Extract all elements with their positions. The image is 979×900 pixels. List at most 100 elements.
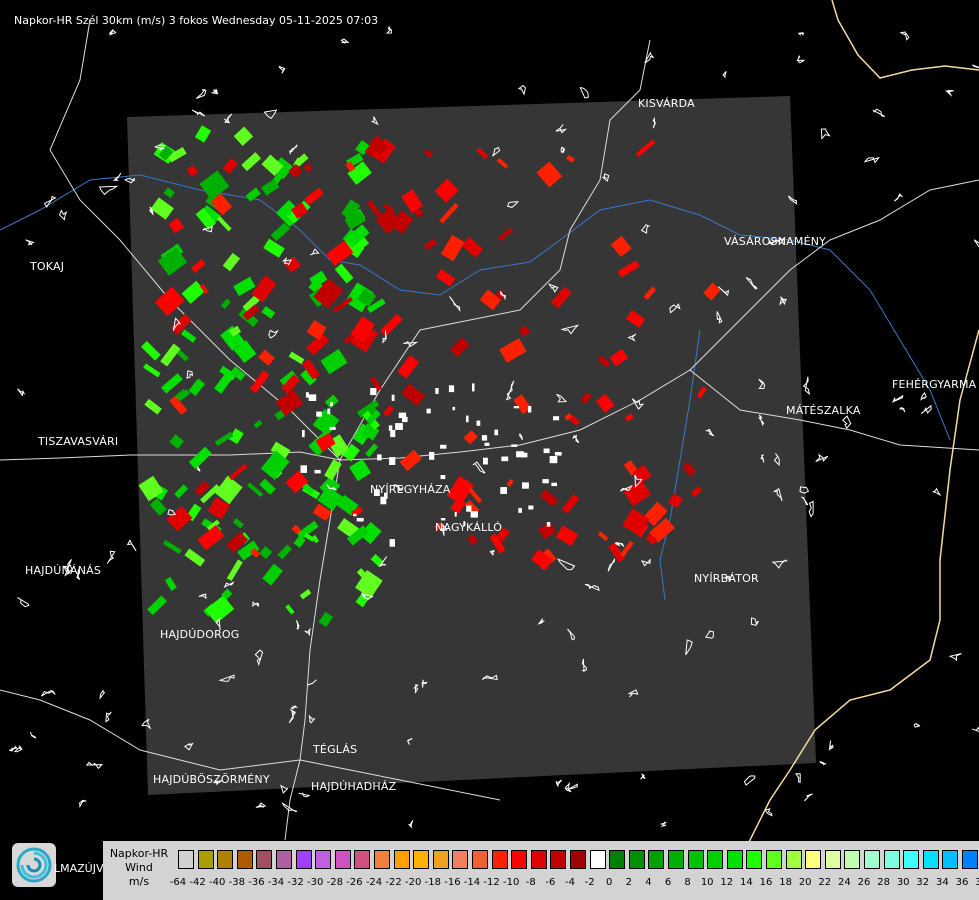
legend-tick-label: -18	[424, 877, 441, 888]
legend-tick-label: -36	[248, 877, 265, 888]
town-label-nyirbator: NYÍRBÁTOR	[694, 572, 759, 585]
legend-tick-label: -20	[405, 877, 422, 888]
radar-echo	[470, 511, 478, 518]
legend-tick-label: -14	[463, 877, 481, 888]
legend-caption-line: Napkor-HR	[109, 847, 169, 860]
legend-swatch	[197, 850, 214, 869]
radar-echo	[391, 394, 395, 401]
legend-swatch	[687, 850, 704, 869]
radar-echo	[353, 513, 357, 517]
radar-echo	[500, 487, 507, 494]
legend-swatch	[374, 850, 390, 869]
legend-tick-label: -38	[228, 877, 245, 888]
legend-tick-label: -42	[189, 877, 206, 888]
legend-swatch	[413, 850, 430, 869]
town-label-hajdudorog: HAJDÚDOROG	[160, 628, 240, 641]
legend-swatch	[570, 850, 586, 869]
legend-tick-label: -26	[346, 877, 363, 888]
legend-swatch	[530, 850, 547, 869]
radar-echo	[551, 482, 557, 487]
town-label-nagykallo: NAGYKÁLLÓ	[435, 521, 503, 534]
radar-echo	[466, 415, 469, 423]
legend-tick-label: 28	[877, 877, 890, 888]
legend-swatch	[178, 850, 194, 869]
legend-tick-label: -8	[525, 877, 536, 888]
radar-echo	[472, 383, 475, 392]
legend-swatch	[217, 850, 234, 869]
town-label-kisvarda: KISVÁRDA	[638, 97, 695, 110]
radar-echo	[549, 456, 558, 464]
legend-tick-label: 30	[896, 877, 910, 888]
radar-echo	[528, 405, 532, 413]
legend-swatch	[491, 850, 508, 869]
legend-tick-label: 24	[838, 877, 851, 888]
legend-swatch	[824, 850, 841, 869]
legend-caption: Napkor-HR Wind m/s	[105, 847, 173, 889]
legend-swatch	[609, 850, 626, 869]
radar-echo	[522, 482, 529, 489]
radar-echo	[377, 454, 382, 461]
town-label-mateszalka: MÁTÉSZALKA	[786, 404, 861, 417]
legend-tick-label: -22	[385, 877, 402, 888]
radar-echo	[543, 448, 550, 454]
radar-echo	[389, 457, 396, 465]
radar-echo	[466, 505, 472, 512]
radar-echo	[518, 507, 522, 513]
radar-echo	[305, 392, 309, 398]
legend-caption-line: Wind	[125, 861, 153, 874]
radar-echo	[426, 408, 431, 414]
map-title: Napkor-HR Szél 30km (m/s) 3 fokos Wednes…	[14, 14, 379, 27]
legend-tick-label: -4	[565, 877, 575, 888]
wind-legend: Napkor-HR Wind m/s -64 -42 -4 0 -38 -36 -34 -32…	[103, 841, 979, 900]
town-label-vasarosnameny: VÁSÁROSNAMÉNY	[724, 235, 827, 248]
legend-swatch	[746, 850, 763, 869]
radar-echo	[483, 457, 488, 465]
legend-tick-label: -2	[584, 877, 595, 888]
legend-tick-label: 2	[625, 877, 632, 888]
swirl-logo-icon	[12, 843, 56, 887]
legend-tick-label: -30	[307, 877, 324, 888]
radar-echo	[494, 429, 499, 436]
radar-coverage-area	[127, 96, 816, 795]
legend-tick-label: 22	[818, 877, 832, 888]
legend-swatch	[472, 850, 488, 869]
legend-swatch	[707, 850, 724, 869]
town-label-hajduhadhaz: HAJDÚHADHÁZ	[311, 780, 397, 793]
legend-tick-label: 0	[606, 877, 613, 888]
legend-tick-label: -34	[267, 877, 285, 888]
legend-tick-label: -6	[545, 877, 556, 888]
legend-tick-label: 12	[720, 877, 734, 888]
radar-echo	[546, 522, 551, 527]
radar-echo	[429, 451, 435, 460]
legend-tick-label: -64	[169, 877, 187, 888]
radar-echo	[314, 469, 321, 474]
legend-tick-label: 6	[664, 877, 672, 888]
radar-echo	[390, 429, 396, 438]
legend-swatch	[628, 850, 645, 869]
legend-swatch	[256, 850, 273, 869]
radar-echo	[476, 420, 481, 426]
radar-echo	[452, 406, 456, 411]
radar-echo	[484, 442, 490, 446]
town-label-fehergyarmat: FEHÉRGYARMA	[892, 378, 977, 391]
legend-tick-label: 20	[798, 877, 812, 888]
town-label-tokaj: TOKAJ	[30, 260, 65, 273]
radar-echo	[440, 475, 446, 480]
radar-echo	[448, 385, 455, 393]
legend-swatch	[315, 850, 332, 869]
legend-swatch	[432, 850, 449, 869]
radar-echo	[511, 444, 518, 447]
radar-echo	[356, 517, 364, 522]
radar-echo	[402, 416, 408, 423]
legend-swatch	[334, 850, 351, 869]
radar-echo	[388, 425, 393, 431]
legend-tick-label: 38	[975, 877, 979, 888]
radar-echo	[316, 411, 322, 417]
legend-tick-label: -32	[287, 877, 304, 888]
town-label-hajdunanas: HAJDÚNÁNÁS	[25, 564, 102, 577]
radar-echo	[454, 512, 457, 517]
legend-tick-label: -24	[365, 877, 383, 888]
radar-echo	[330, 402, 333, 407]
legend-caption-line: m/s	[128, 875, 150, 888]
legend-swatch	[726, 850, 743, 869]
